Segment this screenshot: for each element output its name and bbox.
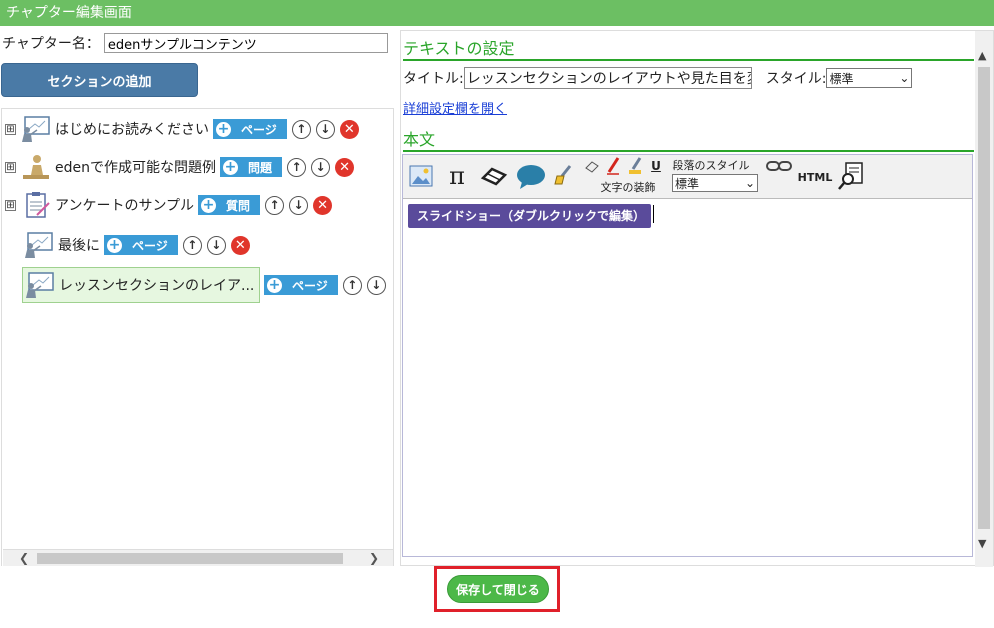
expand-icon[interactable]: ⊞ [5,161,16,173]
clear-format-brush-icon[interactable] [553,163,575,187]
tree-node-label[interactable]: edenで作成可能な問題例 [55,157,216,177]
add-page-button[interactable]: + ページ [213,119,287,139]
text-settings-heading: テキストの設定 [403,35,974,61]
scrollbar-thumb[interactable] [978,67,990,529]
tree-node-label[interactable]: はじめにお読みください [55,119,209,139]
scroll-down-icon[interactable]: ▼ [978,537,986,550]
tree-horizontal-scrollbar[interactable]: ❮ ❯ [3,549,393,566]
add-button-label: 質問 [226,198,251,213]
slideshow-block[interactable]: スライドショー（ダブルクリックで編集） [408,204,651,228]
add-survey-question-button[interactable]: + 質問 [198,195,261,215]
move-up-icon[interactable]: ↑ [342,275,362,295]
html-source-icon[interactable]: HTML [798,167,833,187]
delete-icon[interactable]: ✕ [313,195,333,215]
add-question-button[interactable]: + 問題 [220,157,283,177]
panel-vertical-scrollbar[interactable]: ▲ ▼ [975,31,993,567]
add-page-button[interactable]: + ページ [104,235,178,255]
speech-bubble-icon[interactable] [515,163,547,191]
move-up-icon[interactable]: ↑ [182,235,202,255]
scroll-right-icon[interactable]: ❯ [369,550,379,566]
paragraph-style-select[interactable]: 標準 ⌄ [672,174,758,192]
move-down-icon[interactable]: ↓ [315,119,335,139]
chapter-name-input[interactable] [103,33,388,53]
scroll-left-icon[interactable]: ❮ [19,550,29,566]
move-down-icon[interactable]: ↓ [311,157,331,177]
chapter-name-row: チャプター名： [2,33,388,53]
lesson-page-icon [23,271,55,299]
red-pen-icon[interactable] [605,156,621,176]
style-select[interactable]: 標準 ⌄ [826,68,913,88]
underline-icon[interactable]: U [649,157,663,175]
expand-icon[interactable]: ⊞ [5,199,16,211]
highlighter-icon[interactable] [627,156,643,176]
link-icon[interactable] [765,159,793,173]
tree-node-label[interactable]: 最後に [58,235,100,255]
math-formula-icon[interactable]: π [445,161,469,191]
preview-search-icon[interactable] [837,161,865,191]
text-decoration-label: 文字の装飾 [600,181,656,194]
chapter-panel: チャプター名： セクションの追加 ⊞ はじめにお読みください + ページ ↑ ↓ … [0,26,396,566]
survey-clipboard-icon [19,191,51,219]
plus-icon: + [223,158,238,175]
move-up-icon[interactable]: ↑ [287,157,307,177]
delete-icon[interactable]: ✕ [230,235,250,255]
move-down-icon[interactable]: ↓ [366,275,386,295]
delete-icon[interactable]: ✕ [335,157,355,177]
scroll-up-icon[interactable]: ▲ [978,49,986,62]
plus-icon: + [107,236,122,253]
scrollbar-thumb[interactable] [37,553,343,564]
add-button-label: 問題 [248,160,273,175]
move-up-icon[interactable]: ↑ [291,119,311,139]
paragraph-style-value: 標準 [675,176,700,191]
window-title: チャプター編集画面 [0,0,994,26]
editor-toolbar: π U 文字の装飾 段落のスタイル 標準 ⌄ HTML [403,155,972,199]
text-settings-panel: テキストの設定 タイトル: レッスンセクションのレイアウトや見た目を変更で スタ… [400,30,994,567]
plus-icon: + [216,120,231,137]
eraser-icon[interactable] [583,157,601,175]
selected-node-highlight[interactable]: レッスンセクションのレイア... [22,267,260,303]
tree-node[interactable]: ⊞ アンケートのサンプル + 質問 ↑ ↓ ✕ [5,191,333,219]
delete-icon[interactable]: ✕ [339,119,359,139]
open-details-link[interactable]: 詳細設定欄を開く [403,98,507,117]
tree-node[interactable]: 最後に + ページ ↑ ↓ ✕ [22,231,250,259]
chevron-down-icon: ⌄ [744,176,755,190]
chevron-down-icon: ⌄ [899,71,910,85]
move-down-icon[interactable]: ↓ [206,235,226,255]
insert-image-icon[interactable] [408,163,434,189]
add-button-label: ページ [132,238,168,253]
add-button-label: ページ [292,278,328,293]
lesson-page-icon [19,115,51,143]
tree-node-selected[interactable]: レッスンセクションのレイア... + ページ ↑ ↓ [22,267,386,303]
section-tree: ⊞ はじめにお読みください + ページ ↑ ↓ ✕ ⊞ edenで作成可能な問題例… [1,108,394,566]
add-page-button[interactable]: + ページ [264,275,338,295]
tree-node-label[interactable]: アンケートのサンプル [55,195,194,215]
tree-node[interactable]: ⊞ edenで作成可能な問題例 + 問題 ↑ ↓ ✕ [5,153,355,181]
chapter-name-label: チャプター名： [2,36,100,52]
expand-icon[interactable]: ⊞ [5,123,16,135]
style-label: スタイル: [765,71,827,87]
title-label: タイトル: [403,71,464,87]
tree-node[interactable]: ⊞ はじめにお読みください + ページ ↑ ↓ ✕ [5,115,359,143]
save-highlight-frame: 保存して閉じる [434,566,560,612]
eraser-shape-icon[interactable] [479,165,509,189]
title-input[interactable]: レッスンセクションのレイアウトや見た目を変更で [463,67,752,89]
save-and-close-button[interactable]: 保存して閉じる [447,575,549,603]
plus-icon: + [201,196,217,213]
lesson-page-icon [22,231,54,259]
tree-node-label[interactable]: レッスンセクションのレイア... [59,275,254,295]
paragraph-style-label: 段落のスタイル [672,159,750,172]
add-button-label: ページ [241,122,277,137]
style-select-value: 標準 [829,71,854,86]
add-section-button[interactable]: セクションの追加 [1,63,198,97]
body-editor[interactable]: π U 文字の装飾 段落のスタイル 標準 ⌄ HTML スライドショー（ダブルク… [402,154,973,557]
move-up-icon[interactable]: ↑ [265,195,285,215]
body-heading: 本文 [403,126,974,152]
text-caret [653,205,654,223]
quiz-icon [19,153,51,181]
plus-icon: + [267,276,282,293]
move-down-icon[interactable]: ↓ [289,195,309,215]
title-row: タイトル: レッスンセクションのレイアウトや見た目を変更で スタイル: 標準 ⌄ [403,67,913,89]
